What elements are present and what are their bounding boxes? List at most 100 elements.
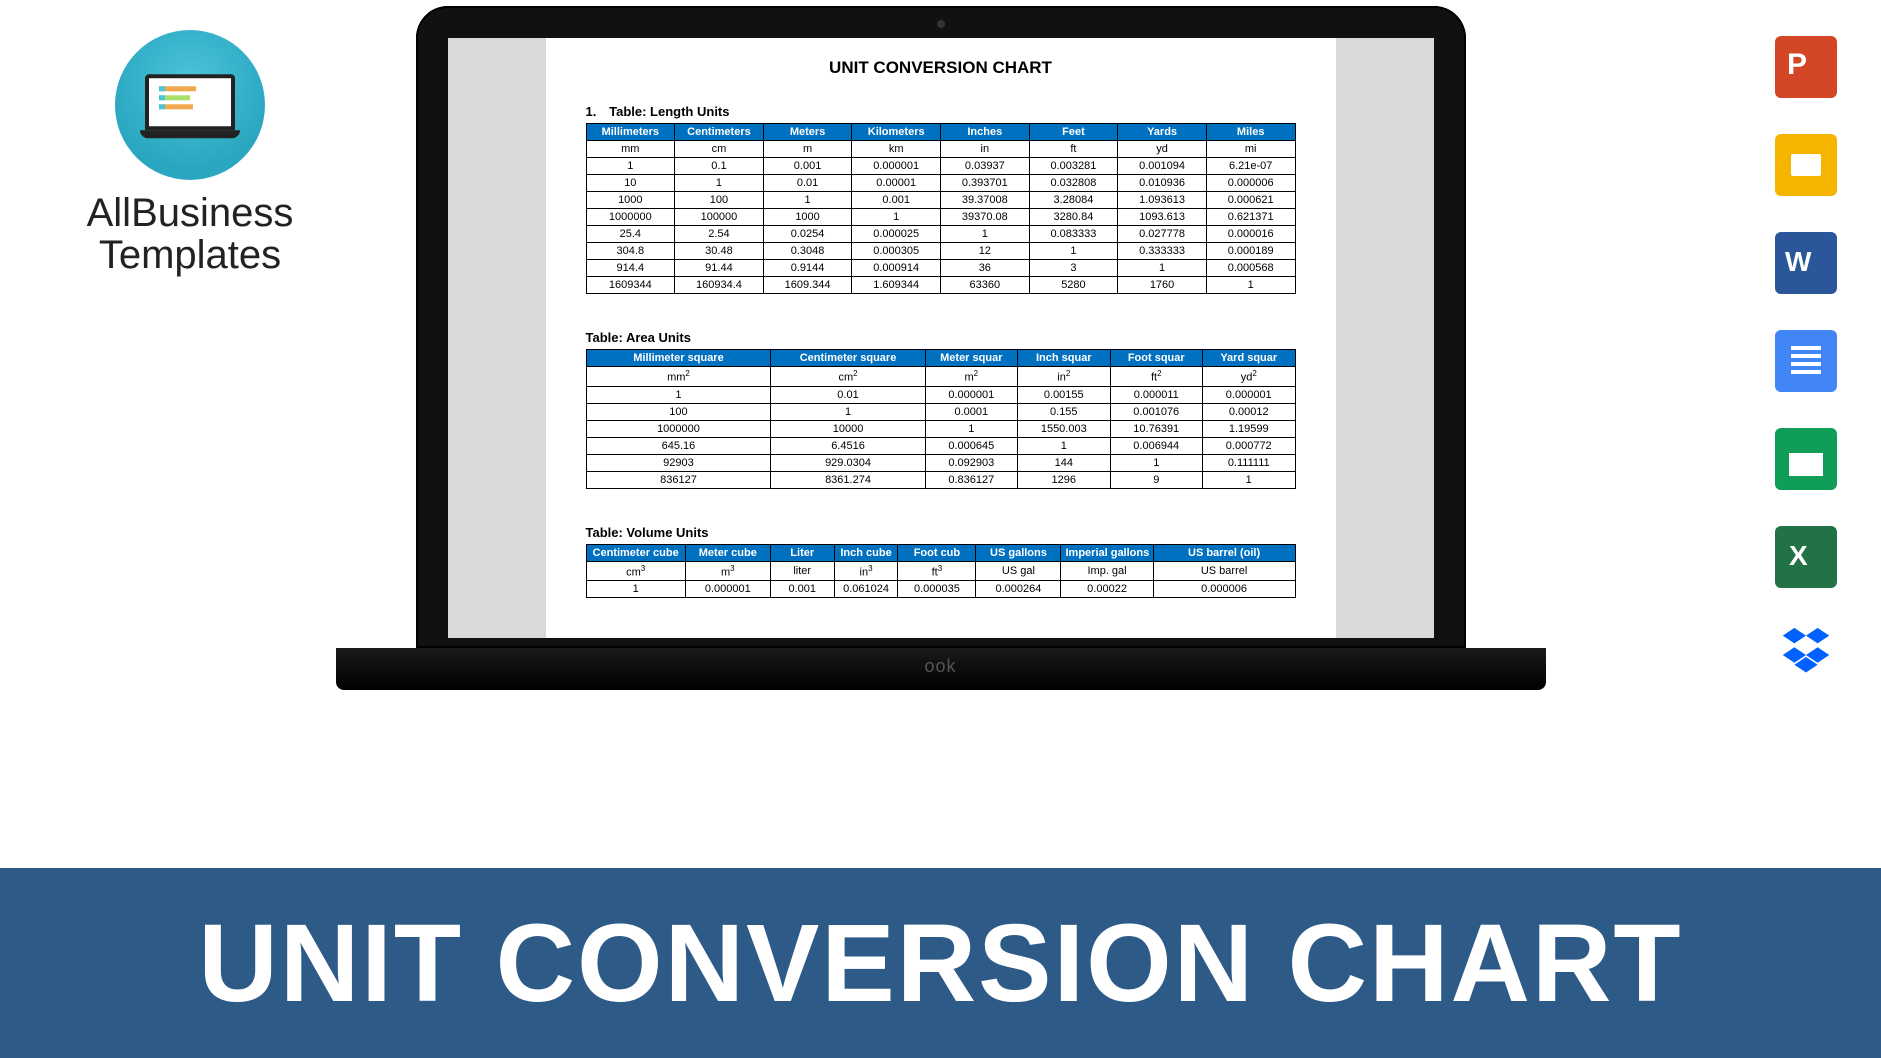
dropbox-icon[interactable] bbox=[1775, 624, 1837, 686]
table-cell: 12 bbox=[941, 243, 1030, 260]
table-header: Foot squar bbox=[1110, 350, 1202, 367]
table-row: 10000001000001000139370.083280.841093.61… bbox=[586, 209, 1295, 226]
table-header: Meter cube bbox=[685, 544, 770, 561]
table-cell: 5280 bbox=[1029, 277, 1118, 294]
table-cell: 914.4 bbox=[586, 260, 675, 277]
table-cell: 1296 bbox=[1018, 471, 1110, 488]
brand-logo: AllBusiness Templates bbox=[60, 30, 320, 276]
table-header: US gallons bbox=[976, 544, 1061, 561]
table-cell: 1000000 bbox=[586, 209, 675, 226]
table-cell: yd2 bbox=[1202, 367, 1295, 387]
table-cell: 1.093613 bbox=[1118, 192, 1207, 209]
table-cell: liter bbox=[770, 561, 834, 581]
title-banner: UNIT CONVERSION CHART bbox=[0, 868, 1881, 1058]
table-cell: 0.006944 bbox=[1110, 437, 1202, 454]
table-header: Yard squar bbox=[1202, 350, 1295, 367]
table-cell: 1 bbox=[1110, 454, 1202, 471]
document-page: UNIT CONVERSION CHART 1. Table: Length U… bbox=[546, 38, 1336, 638]
section-volume-heading: Table: Volume Units bbox=[586, 525, 1296, 540]
table-cell: 0.9144 bbox=[763, 260, 852, 277]
table-header: Kilometers bbox=[852, 124, 941, 141]
table-cell: 0.01 bbox=[763, 175, 852, 192]
table-cell: 1550.003 bbox=[1018, 420, 1110, 437]
table-cell: 3280.84 bbox=[1029, 209, 1118, 226]
table-cell: 0.000305 bbox=[852, 243, 941, 260]
table-cell: in bbox=[941, 141, 1030, 158]
powerpoint-icon[interactable] bbox=[1775, 36, 1837, 98]
table-cell: 0.000001 bbox=[685, 581, 770, 598]
table-cell: 1760 bbox=[1118, 277, 1207, 294]
table-cell: 1 bbox=[771, 403, 925, 420]
table-cell: 10000 bbox=[771, 420, 925, 437]
table-row: 8361278361.2740.836127129691 bbox=[586, 471, 1295, 488]
table-cell: 1 bbox=[675, 175, 764, 192]
laptop-hinge: ook bbox=[336, 648, 1546, 690]
table-cell: 0.032808 bbox=[1029, 175, 1118, 192]
table-cell: 0.001 bbox=[770, 581, 834, 598]
excel-icon[interactable] bbox=[1775, 526, 1837, 588]
brand-name-line1: AllBusiness bbox=[60, 192, 320, 234]
title-banner-text: UNIT CONVERSION CHART bbox=[198, 900, 1682, 1027]
table-header: Foot cub bbox=[898, 544, 976, 561]
table-cell: 2.54 bbox=[675, 226, 764, 243]
table-header: Liter bbox=[770, 544, 834, 561]
table-cell: 0.0254 bbox=[763, 226, 852, 243]
table-cell: 0.083333 bbox=[1029, 226, 1118, 243]
table-row: 645.166.45160.00064510.0069440.000772 bbox=[586, 437, 1295, 454]
table-cell: m2 bbox=[925, 367, 1017, 387]
table-cell: 0.1 bbox=[675, 158, 764, 175]
table-cell: m bbox=[763, 141, 852, 158]
google-docs-icon[interactable] bbox=[1775, 330, 1837, 392]
section-length-heading: 1. Table: Length Units bbox=[586, 104, 1296, 119]
table-header: Meters bbox=[763, 124, 852, 141]
table-cell: in2 bbox=[1018, 367, 1110, 387]
table-cell: Imp. gal bbox=[1061, 561, 1153, 581]
table-header: Centimeters bbox=[675, 124, 764, 141]
table-cell: mi bbox=[1206, 141, 1295, 158]
table-header: Imperial gallons bbox=[1061, 544, 1153, 561]
table-cell: 0.155 bbox=[1018, 403, 1110, 420]
word-icon[interactable] bbox=[1775, 232, 1837, 294]
table-header: Miles bbox=[1206, 124, 1295, 141]
table-cell: 10 bbox=[586, 175, 675, 192]
table-cell: 1000000 bbox=[586, 420, 771, 437]
table-header: Centimeter square bbox=[771, 350, 925, 367]
length-units-table: MillimetersCentimetersMetersKilometersIn… bbox=[586, 123, 1296, 294]
table-cell: 36 bbox=[941, 260, 1030, 277]
table-cell: 1093.613 bbox=[1118, 209, 1207, 226]
table-cell: 39.37008 bbox=[941, 192, 1030, 209]
table-cell: 0.000025 bbox=[852, 226, 941, 243]
table-cell: 0.03937 bbox=[941, 158, 1030, 175]
table-cell: 1000 bbox=[763, 209, 852, 226]
table-cell: 1.19599 bbox=[1202, 420, 1295, 437]
table-cell: 645.16 bbox=[586, 437, 771, 454]
table-cell: 1 bbox=[1202, 471, 1295, 488]
google-slides-icon[interactable] bbox=[1775, 134, 1837, 196]
table-row: 304.830.480.30480.0003051210.3333330.000… bbox=[586, 243, 1295, 260]
table-cell: 0.000035 bbox=[898, 581, 976, 598]
table-row: 10.10.0010.0000010.039370.0032810.001094… bbox=[586, 158, 1295, 175]
table-header: US barrel (oil) bbox=[1153, 544, 1295, 561]
table-row: 1609344160934.41609.3441.609344633605280… bbox=[586, 277, 1295, 294]
table-cell: 10.76391 bbox=[1110, 420, 1202, 437]
table-cell: 0.3048 bbox=[763, 243, 852, 260]
table-cell: km bbox=[852, 141, 941, 158]
volume-units-table: Centimeter cubeMeter cubeLiterInch cubeF… bbox=[586, 544, 1296, 599]
table-cell: 1 bbox=[1018, 437, 1110, 454]
table-cell: US barrel bbox=[1153, 561, 1295, 581]
table-cell: 0.000621 bbox=[1206, 192, 1295, 209]
area-units-table: Millimeter squareCentimeter squareMeter … bbox=[586, 349, 1296, 489]
table-cell: 1 bbox=[1029, 243, 1118, 260]
table-header: Feet bbox=[1029, 124, 1118, 141]
table-cell: 1 bbox=[763, 192, 852, 209]
table-row: 10.0000010.0010.0610240.0000350.0002640.… bbox=[586, 581, 1295, 598]
table-cell: 0.010936 bbox=[1118, 175, 1207, 192]
table-cell: 3 bbox=[1029, 260, 1118, 277]
table-header: Yards bbox=[1118, 124, 1207, 141]
table-cell: 0.000016 bbox=[1206, 226, 1295, 243]
google-sheets-icon[interactable] bbox=[1775, 428, 1837, 490]
table-cell: 9 bbox=[1110, 471, 1202, 488]
table-row: 914.491.440.91440.00091436310.000568 bbox=[586, 260, 1295, 277]
table-cell: m3 bbox=[685, 561, 770, 581]
table-header: Inches bbox=[941, 124, 1030, 141]
